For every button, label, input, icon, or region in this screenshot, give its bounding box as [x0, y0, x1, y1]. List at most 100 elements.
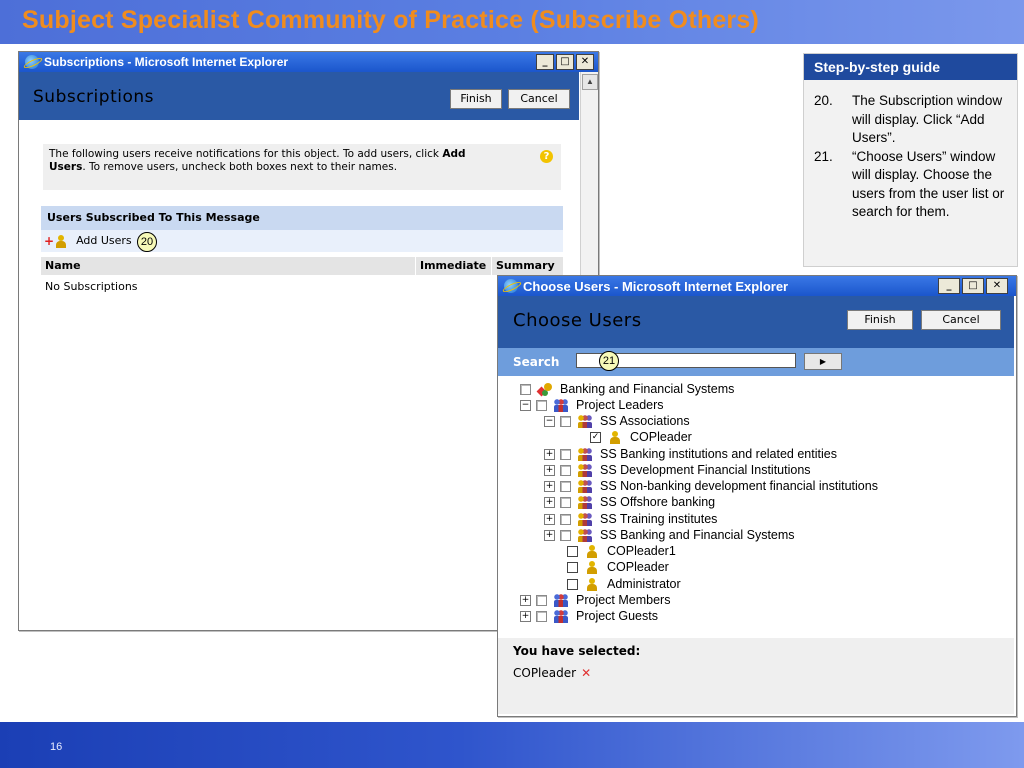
tree-checkbox[interactable] [560, 529, 571, 541]
choose-users-header-title: Choose Users [513, 310, 642, 331]
maximize-button[interactable]: □ [962, 278, 984, 294]
search-go-button[interactable]: ▶ [804, 353, 842, 370]
tree-item-copleader-checked[interactable]: ✓ COPleader [590, 429, 692, 445]
section-header: Users Subscribed To This Message [41, 206, 563, 230]
close-button[interactable]: ✕ [986, 278, 1008, 294]
user-icon [54, 234, 68, 248]
expand-icon[interactable]: + [544, 448, 555, 460]
maximize-button[interactable]: □ [556, 54, 574, 70]
choose-users-titlebar-text: Choose Users - Microsoft Internet Explor… [523, 278, 789, 294]
subscriptions-titlebar[interactable]: Subscriptions - Microsoft Internet Explo… [19, 52, 598, 72]
tree-item-group[interactable]: + SS Banking institutions and related en… [544, 446, 837, 462]
tree-item-group[interactable]: + SS Development Financial Institutions [544, 462, 811, 478]
tree-checkbox[interactable] [560, 448, 571, 460]
expand-icon[interactable]: + [520, 610, 531, 622]
tree-item-project-leaders[interactable]: − Project Leaders [520, 397, 664, 413]
remove-icon[interactable]: ✕ [581, 666, 591, 680]
tree-item-user[interactable]: COPleader [567, 559, 669, 575]
collapse-icon[interactable]: − [544, 415, 555, 427]
user-icon [585, 544, 599, 558]
tree-checkbox[interactable] [560, 496, 571, 508]
guide-heading: Step-by-step guide [804, 54, 1017, 80]
user-icon [585, 560, 599, 574]
role-icon [554, 609, 568, 623]
col-summary[interactable]: Summary [491, 257, 564, 275]
group-icon [578, 447, 592, 461]
tree-item-group[interactable]: + SS Non-banking development financial i… [544, 478, 878, 494]
user-tree: Banking and Financial Systems − Project … [498, 376, 1014, 638]
minimize-button[interactable]: _ [938, 278, 960, 294]
add-users-link[interactable]: + Add Users [41, 230, 132, 252]
cancel-button[interactable]: Cancel [921, 310, 1001, 330]
tree-item-group[interactable]: + SS Training institutes [544, 511, 717, 527]
selected-user-item: COPleader ✕ [513, 666, 592, 680]
plus-icon: + [44, 234, 55, 248]
subscriptions-header: Subscriptions Finish Cancel [19, 72, 579, 120]
tree-checkbox[interactable] [536, 399, 547, 411]
ie-icon [504, 279, 518, 293]
subscriptions-table-header: Name Immediate Summary [41, 257, 563, 275]
tree-checkbox[interactable] [567, 561, 578, 573]
tree-checkbox[interactable] [536, 610, 547, 622]
group-icon [578, 512, 592, 526]
minimize-button[interactable]: _ [536, 54, 554, 70]
help-icon[interactable]: ? [540, 150, 553, 163]
guide-step: 20. The Subscription window will display… [814, 93, 1003, 145]
role-icon [554, 593, 568, 607]
subscriptions-header-title: Subscriptions [33, 87, 154, 107]
tree-item-group[interactable]: + SS Offshore banking [544, 494, 715, 510]
tree-checkbox[interactable] [520, 383, 531, 395]
community-icon [538, 382, 552, 396]
expand-icon[interactable]: + [520, 594, 531, 606]
info-box: The following users receive notification… [43, 144, 561, 190]
group-icon [578, 414, 592, 428]
group-icon [578, 528, 592, 542]
group-icon [578, 479, 592, 493]
callout-21: 21 [599, 351, 619, 371]
expand-icon[interactable]: + [544, 529, 555, 541]
expand-icon[interactable]: + [544, 496, 555, 508]
tree-checkbox[interactable] [560, 513, 571, 525]
col-name[interactable]: Name [41, 257, 415, 275]
expand-icon[interactable]: + [544, 480, 555, 492]
info-text: The following users receive notification… [49, 148, 466, 173]
callout-20: 20 [137, 232, 157, 252]
close-button[interactable]: ✕ [576, 54, 594, 70]
finish-button[interactable]: Finish [847, 310, 913, 330]
tree-checkbox[interactable] [560, 415, 571, 427]
col-immediate[interactable]: Immediate [415, 257, 490, 275]
step-guide-panel: Step-by-step guide 20. The Subscription … [803, 53, 1018, 267]
guide-step: 21. “Choose Users” window will display. … [814, 148, 1005, 220]
subscriptions-titlebar-text: Subscriptions - Microsoft Internet Explo… [44, 55, 289, 69]
selected-label: You have selected: [513, 644, 641, 658]
user-icon [585, 577, 599, 591]
tree-item-group[interactable]: + SS Banking and Financial Systems [544, 527, 795, 543]
tree-item-user[interactable]: Administrator [567, 576, 681, 592]
expand-icon[interactable]: + [544, 513, 555, 525]
search-label: Search [513, 355, 560, 369]
finish-button[interactable]: Finish [450, 89, 502, 109]
scroll-up-icon[interactable]: ▲ [582, 74, 598, 90]
selected-users-panel: You have selected: COPleader ✕ [498, 638, 1014, 714]
tree-item-ss-associations[interactable]: − SS Associations [544, 413, 690, 429]
group-icon [578, 463, 592, 477]
cancel-button[interactable]: Cancel [508, 89, 570, 109]
tree-item-community[interactable]: Banking and Financial Systems [520, 381, 734, 397]
tree-item-user[interactable]: COPleader1 [567, 543, 676, 559]
guide-steps: 20. The Subscription window will display… [814, 92, 1010, 222]
tree-checkbox[interactable] [567, 545, 578, 557]
tree-item-project-guests[interactable]: + Project Guests [520, 608, 658, 624]
tree-item-project-members[interactable]: + Project Members [520, 592, 670, 608]
tree-checkbox[interactable] [560, 464, 571, 476]
choose-users-titlebar[interactable]: Choose Users - Microsoft Internet Explor… [498, 276, 1016, 296]
page-number: 16 [50, 741, 63, 753]
tree-checkbox[interactable] [567, 578, 578, 590]
tree-checkbox[interactable] [560, 480, 571, 492]
expand-icon[interactable]: + [544, 464, 555, 476]
footer-band [0, 722, 1024, 768]
user-icon [608, 430, 622, 444]
collapse-icon[interactable]: − [520, 399, 531, 411]
tree-checkbox[interactable] [536, 594, 547, 606]
role-icon [554, 398, 568, 412]
tree-checkbox-checked[interactable]: ✓ [590, 431, 601, 443]
